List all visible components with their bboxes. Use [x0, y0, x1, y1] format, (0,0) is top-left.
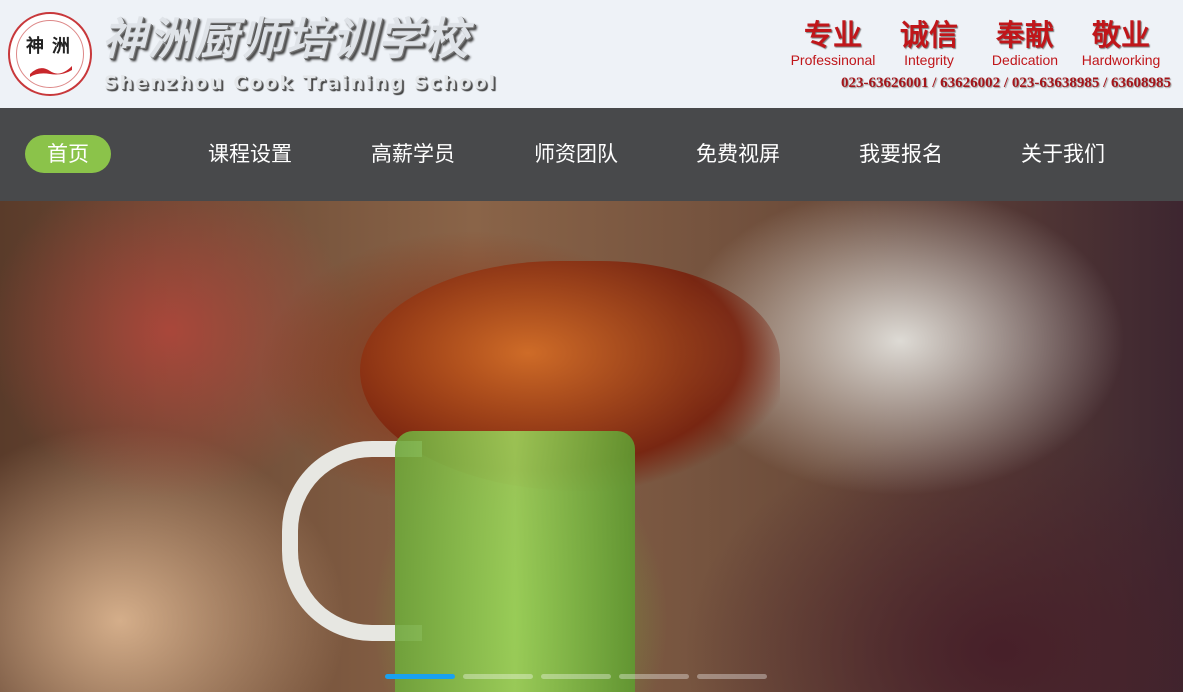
nav-item-home[interactable]: 首页 [25, 135, 111, 173]
value-en: Professinonal [790, 52, 876, 68]
emblem-char-2: 洲 [52, 36, 70, 57]
nav-item-enroll[interactable]: 我要报名 [859, 135, 943, 173]
carousel-dot-5[interactable] [697, 674, 767, 679]
core-values: 专业 Professinonal 诚信 Integrity 奉献 Dedicat… [785, 18, 1169, 68]
site-header: 神 洲 神洲厨师培训学校 Shenzhou Cook Training Scho… [0, 0, 1183, 108]
value-dedication: 奉献 Dedication [977, 18, 1073, 68]
carousel-dot-2[interactable] [463, 674, 533, 679]
value-professional: 专业 Professinonal [785, 18, 881, 68]
carousel-dot-3[interactable] [541, 674, 611, 679]
value-cn: 专业 [803, 18, 862, 52]
red-flag-icon [30, 66, 72, 77]
nav-item-teachers[interactable]: 师资团队 [534, 135, 618, 173]
value-cn: 敬业 [1091, 18, 1150, 52]
nav-item-videos[interactable]: 免费视屏 [696, 135, 780, 173]
value-en: Integrity [904, 52, 954, 68]
emblem-char-1: 神 [26, 36, 44, 57]
value-integrity: 诚信 Integrity [881, 18, 977, 68]
school-emblem-logo[interactable]: 神 洲 [8, 12, 92, 96]
school-subtitle: Shenzhou Cook Training School [104, 72, 498, 94]
nav-item-courses[interactable]: 课程设置 [208, 135, 292, 173]
main-nav: 首页 课程设置 高薪学员 师资团队 免费视屏 我要报名 关于我们 [0, 108, 1183, 201]
value-cn: 奉献 [995, 18, 1054, 52]
school-title: 神洲厨师培训学校 [102, 14, 470, 65]
hero-banner-carousel[interactable] [0, 201, 1183, 692]
value-cn: 诚信 [899, 18, 958, 52]
value-en: Dedication [991, 52, 1059, 68]
value-en: Hardworking [1081, 52, 1161, 68]
carousel-dot-1[interactable] [385, 674, 455, 679]
contact-phones: 023-63626001 / 63626002 / 023-63638985 /… [841, 75, 1171, 91]
carousel-dot-4[interactable] [619, 674, 689, 679]
nav-item-students[interactable]: 高薪学员 [371, 135, 455, 173]
nav-item-about[interactable]: 关于我们 [1021, 135, 1105, 173]
carousel-indicators [385, 674, 767, 679]
value-hardworking: 敬业 Hardworking [1073, 18, 1169, 68]
hero-mug-image [395, 431, 635, 692]
